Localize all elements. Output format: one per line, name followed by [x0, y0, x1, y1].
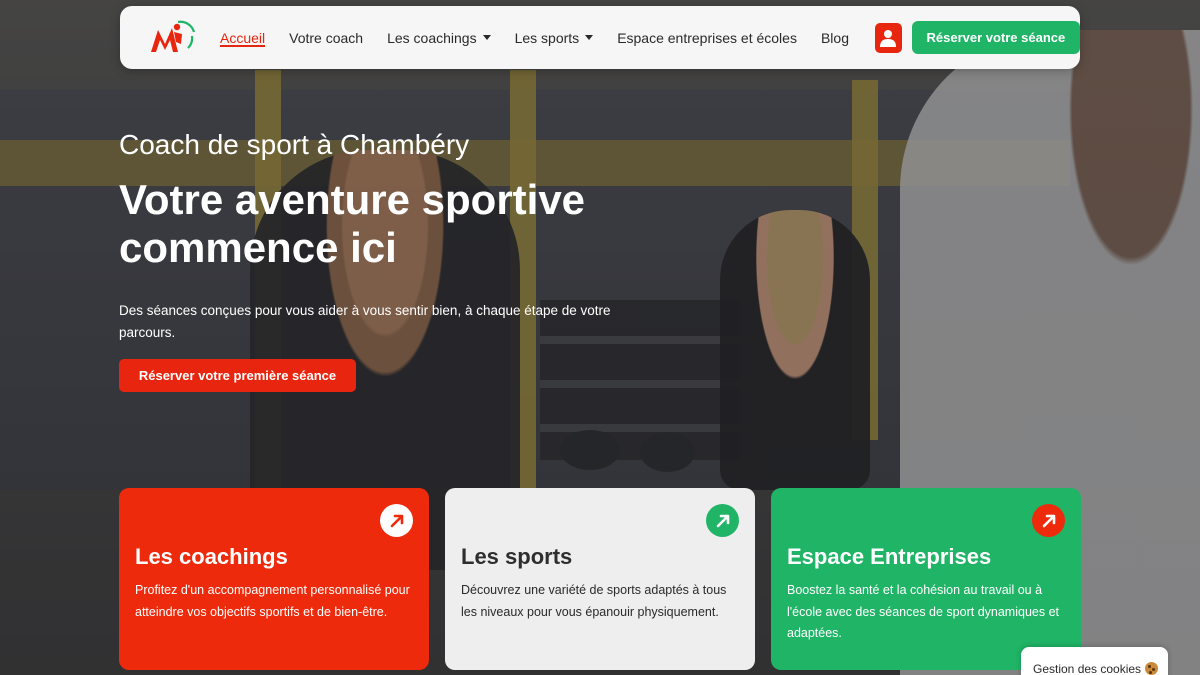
book-session-button[interactable]: Réserver votre séance	[911, 21, 1080, 54]
logo-icon	[151, 20, 196, 52]
nav-item-espace-entreprises[interactable]: Espace entreprises et écoles	[605, 6, 809, 69]
account-button[interactable]	[874, 22, 902, 53]
nav-item-label: Espace entreprises et écoles	[617, 29, 797, 46]
nav-item-blog[interactable]: Blog	[809, 6, 861, 69]
nav-item-les-coachings[interactable]: Les coachings	[375, 6, 503, 69]
cookie-icon	[1145, 662, 1159, 675]
card-sports[interactable]: Les sports Découvrez une variété de spor…	[445, 488, 755, 670]
arrow-up-right-icon	[380, 504, 413, 537]
user-icon	[880, 29, 897, 47]
hero-headline: Votre aventure sportive commence ici	[119, 176, 586, 271]
hero-section: Coach de sport à Chambéry Votre aventure…	[119, 128, 679, 344]
arrow-up-right-icon	[1032, 504, 1065, 537]
card-text: Boostez la santé et la cohésion au trava…	[787, 583, 1059, 640]
cookie-settings-label: Gestion des cookies	[1033, 662, 1142, 675]
nav-item-label: Accueil	[220, 29, 266, 46]
arrow-up-right-icon	[706, 504, 739, 537]
book-first-session-button[interactable]: Réserver votre première séance	[119, 359, 356, 392]
card-title: Espace Entreprises	[787, 544, 992, 569]
nav-item-label: Les sports	[514, 29, 580, 46]
card-title: Les coachings	[135, 544, 288, 569]
card-coachings[interactable]: Les coachings Profitez d'un accompagneme…	[119, 488, 429, 670]
nav-item-label: Les coachings	[387, 29, 477, 46]
main-navbar: Accueil Votre coach Les coachings Les sp…	[120, 6, 1080, 69]
card-espace-entreprises[interactable]: Espace Entreprises Boostez la santé et l…	[771, 488, 1081, 670]
hero-subtitle: Des séances conçues pour vous aider à vo…	[119, 303, 611, 340]
nav-links: Accueil Votre coach Les coachings Les sp…	[208, 6, 861, 69]
chevron-down-icon	[585, 35, 594, 40]
nav-item-votre-coach[interactable]: Votre coach	[277, 6, 375, 69]
nav-item-label: Votre coach	[289, 29, 364, 46]
nav-item-accueil[interactable]: Accueil	[208, 6, 277, 69]
chevron-down-icon	[482, 35, 491, 40]
nav-item-label: Blog	[820, 29, 849, 46]
cookie-settings-tab[interactable]: Gestion des cookies	[1021, 647, 1168, 675]
site-logo[interactable]	[148, 18, 198, 58]
card-text: Profitez d'un accompagnement personnalis…	[135, 583, 410, 619]
hero-eyebrow: Coach de sport à Chambéry	[119, 129, 470, 160]
card-text: Découvrez une variété de sports adaptés …	[461, 583, 727, 619]
card-title: Les sports	[461, 544, 573, 569]
nav-item-les-sports[interactable]: Les sports	[503, 6, 606, 69]
